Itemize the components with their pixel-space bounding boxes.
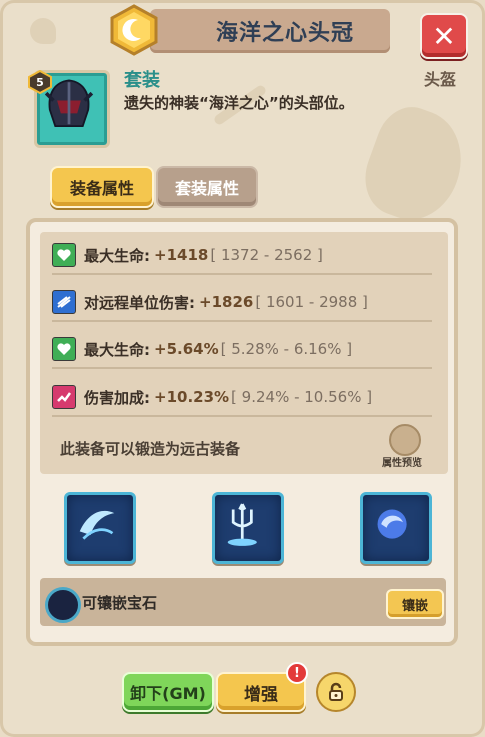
stat-range: [ 1601 - 2988 ]: [255, 293, 368, 311]
stat-row: 最大生命: +1418 [ 1372 - 2562 ]: [52, 237, 432, 275]
skill-slot-3[interactable]: [360, 492, 432, 564]
stat-range: [ 9.24% - 10.56% ]: [231, 388, 373, 406]
close-icon: ✕: [432, 19, 456, 53]
item-level-badge: 5: [28, 70, 52, 94]
trident-skill-icon: [227, 503, 257, 546]
wave-slash-skill-icon: [79, 510, 115, 540]
stat-row: 对远程单位伤害: +1826 [ 1601 - 2988 ]: [52, 284, 432, 322]
scroll-preview-icon[interactable]: [389, 424, 421, 456]
attribute-preview-label[interactable]: 属性预览: [382, 454, 422, 469]
tab-equipment-attributes[interactable]: 装备属性: [50, 166, 154, 208]
padlock-icon: [329, 682, 343, 701]
close-button[interactable]: ✕: [420, 13, 468, 59]
skill-slot-1[interactable]: [64, 492, 136, 564]
item-description: 遗失的神装“海洋之心”的头部位。: [124, 94, 354, 112]
heart-shield-icon: [52, 243, 76, 267]
lock-button[interactable]: [316, 672, 356, 712]
heart-shield-icon: [52, 337, 76, 361]
stat-range: [ 1372 - 2562 ]: [210, 246, 323, 264]
stat-value: +1826: [199, 293, 254, 311]
set-name-label: 套装: [124, 70, 160, 91]
stat-row: 最大生命: +5.64% [ 5.28% - 6.16% ]: [52, 331, 432, 369]
stat-value: +10.23%: [154, 388, 230, 406]
stat-value: +1418: [154, 246, 209, 264]
stat-label: 伤害加成:: [84, 388, 150, 407]
stat-label: 最大生命:: [84, 340, 150, 359]
forge-hint: 此装备可以锻造为远古装备: [60, 440, 241, 458]
stat-range: [ 5.28% - 6.16% ]: [220, 340, 353, 358]
svg-text:5: 5: [36, 76, 44, 89]
crescent-moon-emblem-icon: [110, 4, 158, 56]
damage-bonus-icon: [52, 385, 76, 409]
unequip-button[interactable]: 卸下(GM): [122, 672, 214, 712]
title-bar: 海洋之心头冠: [150, 9, 390, 53]
tab-set-attributes[interactable]: 套装属性: [156, 166, 258, 208]
background-decoration: [30, 18, 56, 44]
stat-row: 伤害加成: +10.23% [ 9.24% - 10.56% ]: [52, 379, 432, 417]
gem-slot-label: 可镶嵌宝石: [82, 594, 158, 612]
skill-slot-2[interactable]: [212, 492, 284, 564]
gem-socket[interactable]: [45, 587, 81, 623]
item-title: 海洋之心头冠: [215, 21, 354, 46]
stat-value: +5.64%: [154, 340, 219, 358]
stat-label: 对远程单位伤害:: [84, 293, 195, 312]
stat-label: 最大生命:: [84, 246, 150, 265]
equipment-slot-label: 头盔: [424, 70, 457, 89]
water-orb-skill-icon: [377, 509, 407, 539]
alert-badge: !: [286, 662, 308, 684]
inlay-button[interactable]: 镶嵌: [386, 589, 444, 619]
ranged-damage-icon: [52, 290, 76, 314]
